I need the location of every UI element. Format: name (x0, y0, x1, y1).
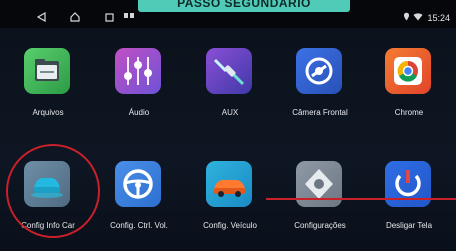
app-label: Chrome (394, 108, 424, 117)
app-label: Câmera Frontal (292, 108, 348, 117)
app-camera-frontal[interactable]: Câmera Frontal (275, 28, 365, 123)
app-label: Áudio (128, 108, 150, 117)
app-config-ctrl-vol[interactable]: Config. Ctrl. Vol. (94, 141, 184, 236)
app-label: Configurações (294, 221, 346, 230)
recents-icon[interactable] (103, 11, 115, 23)
app-label: Config. Veículo (203, 221, 257, 230)
app-label: AUX (221, 108, 239, 117)
power-icon (385, 161, 431, 207)
vehicle-icon (206, 161, 252, 207)
settings-icon (296, 161, 342, 207)
highlight-line (266, 198, 456, 200)
camera-icon (296, 48, 342, 94)
aux-cable-icon (206, 48, 252, 94)
home-icon[interactable] (69, 11, 81, 23)
steering-wheel-icon (115, 161, 161, 207)
equalizer-icon (115, 48, 161, 94)
wifi-icon (413, 12, 423, 23)
notification-icons (124, 13, 134, 18)
app-config-veiculo[interactable]: Config. Veículo (185, 141, 275, 236)
status-bar: 15:24 (0, 11, 456, 27)
app-arquivos[interactable]: Arquivos (3, 28, 93, 123)
location-icon (403, 12, 410, 23)
app-configuracoes[interactable]: Configurações (275, 141, 365, 236)
app-aux[interactable]: AUX (185, 28, 275, 123)
app-audio[interactable]: Áudio (94, 28, 184, 123)
clock-time: 15:24 (427, 12, 450, 23)
home-screen: Arquivos Áudio AUX Câmera Frontal Chrome… (0, 28, 456, 251)
chrome-icon (385, 48, 431, 94)
app-desligar-tela[interactable]: Desligar Tela (364, 141, 454, 236)
app-label: Config. Ctrl. Vol. (110, 221, 168, 230)
highlight-circle (6, 144, 100, 238)
app-label: Desligar Tela (385, 221, 433, 230)
back-icon[interactable] (35, 11, 47, 23)
device-screen: PASSO SEGUNDARIO 15:24 Arquivos Áudio AU… (0, 0, 456, 251)
app-label: Arquivos (32, 108, 64, 117)
folder-icon (24, 48, 70, 94)
app-chrome[interactable]: Chrome (364, 28, 454, 123)
